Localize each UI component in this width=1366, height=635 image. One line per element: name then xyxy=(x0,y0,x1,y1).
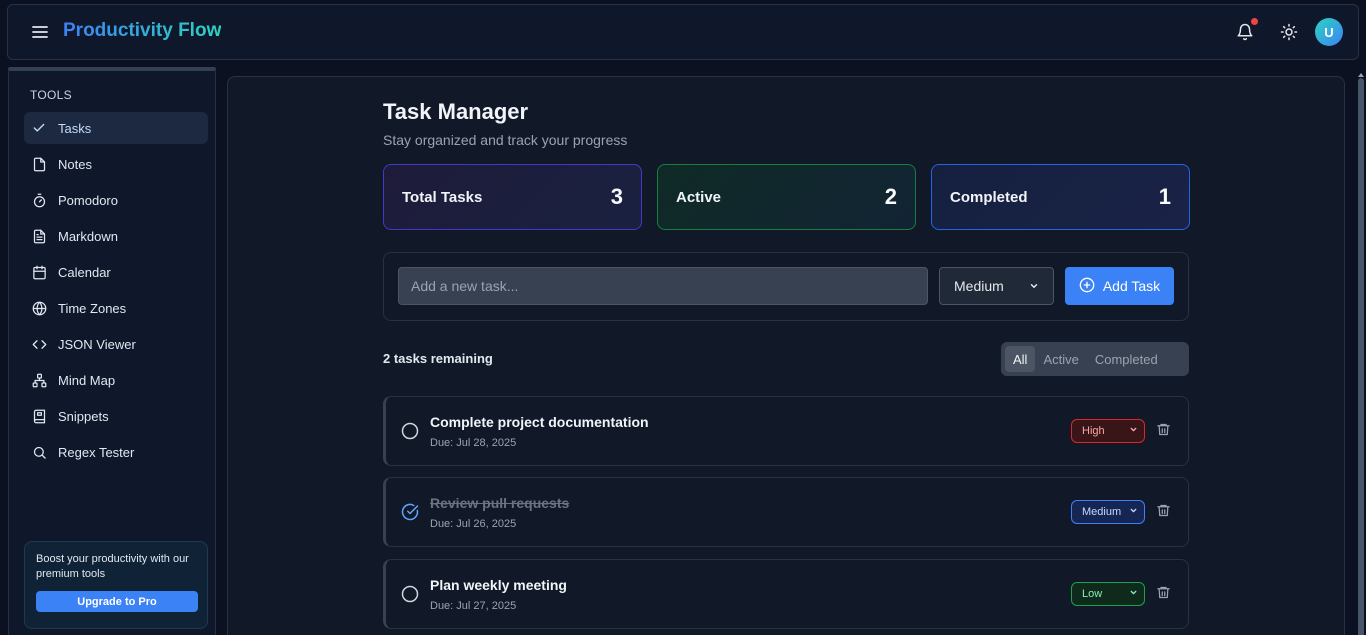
sidebar-item-label: Calendar xyxy=(58,264,111,280)
promo-text: Boost your productivity with our premium… xyxy=(36,553,189,580)
stat-card-completed: Completed 1 xyxy=(931,164,1190,230)
stat-label: Completed xyxy=(950,188,1028,206)
task-due-date: Due: Jul 27, 2025 xyxy=(430,600,517,612)
sidebar-item-regex-tester[interactable]: Regex Tester xyxy=(24,436,208,468)
task-priority-select[interactable]: High xyxy=(1071,419,1145,443)
add-task-label: Add Task xyxy=(1102,278,1161,294)
plus-circle-icon xyxy=(1079,277,1095,296)
timer-icon xyxy=(31,192,47,208)
scroll-up-arrow-icon[interactable] xyxy=(1357,66,1365,77)
sidebar-item-pomodoro[interactable]: Pomodoro xyxy=(24,184,208,216)
upgrade-promo-card: Boost your productivity with our premium… xyxy=(24,541,208,629)
stat-label: Total Tasks xyxy=(402,188,483,206)
calendar-icon xyxy=(31,264,47,280)
notification-dot xyxy=(1251,18,1258,25)
filter-active[interactable]: Active xyxy=(1035,346,1086,372)
document-icon xyxy=(31,228,47,244)
chevron-down-icon xyxy=(1129,506,1138,518)
task-item: Review pull requests Due: Jul 26, 2025 M… xyxy=(383,477,1189,547)
check-icon xyxy=(31,120,47,136)
network-icon xyxy=(31,372,47,388)
stat-value: 2 xyxy=(884,184,897,209)
sidebar: TOOLS Tasks Notes Pomodoro Markdown Cale… xyxy=(8,71,216,635)
task-priority-select[interactable]: Medium xyxy=(1071,500,1145,524)
task-due-date: Due: Jul 26, 2025 xyxy=(430,518,517,530)
sidebar-item-label: Mind Map xyxy=(58,372,116,388)
book-icon xyxy=(31,408,47,424)
priority-select[interactable]: Medium xyxy=(939,267,1054,305)
task-item: Plan weekly meeting Due: Jul 27, 2025 Lo… xyxy=(383,559,1189,629)
sidebar-item-markdown[interactable]: Markdown xyxy=(24,220,208,252)
file-icon xyxy=(31,156,47,172)
task-item: Complete project documentation Due: Jul … xyxy=(383,396,1189,466)
sidebar-item-label: JSON Viewer xyxy=(58,336,136,352)
upgrade-button[interactable]: Upgrade to Pro xyxy=(36,591,198,612)
sidebar-item-label: Markdown xyxy=(58,228,118,244)
trash-icon[interactable] xyxy=(1156,422,1172,438)
priority-select-value: Medium xyxy=(954,278,1004,294)
page-subtitle: Stay organized and track your progress xyxy=(383,132,628,148)
top-header: Productivity Flow U xyxy=(7,4,1359,60)
filter-all[interactable]: All xyxy=(1005,346,1036,372)
task-title: Review pull requests xyxy=(430,495,570,511)
code-icon xyxy=(31,336,47,352)
priority-value: Low xyxy=(1082,588,1103,600)
stat-card-total: Total Tasks 3 xyxy=(383,164,642,230)
search-icon xyxy=(31,444,47,460)
new-task-input[interactable] xyxy=(398,267,928,305)
menu-icon[interactable] xyxy=(30,22,50,42)
circle-icon[interactable] xyxy=(401,422,419,440)
sidebar-item-label: Snippets xyxy=(58,408,109,424)
sidebar-item-tasks[interactable]: Tasks xyxy=(24,112,208,144)
sidebar-item-snippets[interactable]: Snippets xyxy=(24,400,208,432)
main-content: Task Manager Stay organized and track yo… xyxy=(227,76,1345,635)
stat-label: Active xyxy=(676,188,722,206)
globe-icon xyxy=(31,300,47,316)
add-task-panel: Medium Add Task xyxy=(383,252,1189,321)
sidebar-item-json-viewer[interactable]: JSON Viewer xyxy=(24,328,208,360)
sidebar-item-label: Pomodoro xyxy=(58,192,118,208)
page-scrollbar[interactable] xyxy=(1356,66,1366,635)
user-avatar[interactable]: U xyxy=(1315,18,1343,46)
circle-icon[interactable] xyxy=(401,585,419,603)
chevron-down-icon xyxy=(1129,425,1138,437)
sidebar-section-title: TOOLS xyxy=(30,88,72,102)
stat-card-active: Active 2 xyxy=(657,164,916,230)
task-priority-select[interactable]: Low xyxy=(1071,582,1145,606)
sidebar-nav: Tasks Notes Pomodoro Markdown Calendar T… xyxy=(24,112,208,472)
add-task-button[interactable]: Add Task xyxy=(1065,267,1174,305)
sidebar-item-label: Regex Tester xyxy=(58,444,135,460)
task-due-date: Due: Jul 28, 2025 xyxy=(430,437,517,449)
scrollbar-thumb[interactable] xyxy=(1358,78,1364,635)
page-title: Task Manager xyxy=(383,99,529,124)
chevron-down-icon xyxy=(1029,278,1039,294)
bell-icon[interactable] xyxy=(1234,18,1258,43)
sidebar-item-time-zones[interactable]: Time Zones xyxy=(24,292,208,324)
chevron-down-icon xyxy=(1129,588,1138,600)
filter-completed[interactable]: Completed xyxy=(1087,346,1166,372)
filter-tabs: All Active Completed xyxy=(1001,342,1189,376)
brand-title[interactable]: Productivity Flow xyxy=(63,20,221,42)
sidebar-item-label: Tasks xyxy=(58,120,92,136)
task-title: Complete project documentation xyxy=(430,414,649,430)
sun-icon[interactable] xyxy=(1278,21,1300,43)
sidebar-item-calendar[interactable]: Calendar xyxy=(24,256,208,288)
trash-icon[interactable] xyxy=(1156,503,1172,519)
sidebar-item-label: Time Zones xyxy=(58,300,127,316)
stat-value: 3 xyxy=(610,184,623,209)
check-circle-icon[interactable] xyxy=(401,503,419,521)
stat-value: 1 xyxy=(1158,184,1171,209)
tasks-remaining: 2 tasks remaining xyxy=(383,351,493,366)
priority-value: Medium xyxy=(1082,506,1122,518)
task-title: Plan weekly meeting xyxy=(430,577,567,593)
sidebar-item-mind-map[interactable]: Mind Map xyxy=(24,364,208,396)
trash-icon[interactable] xyxy=(1156,585,1172,601)
priority-value: High xyxy=(1082,425,1105,437)
sidebar-item-label: Notes xyxy=(58,156,92,172)
sidebar-item-notes[interactable]: Notes xyxy=(24,148,208,180)
